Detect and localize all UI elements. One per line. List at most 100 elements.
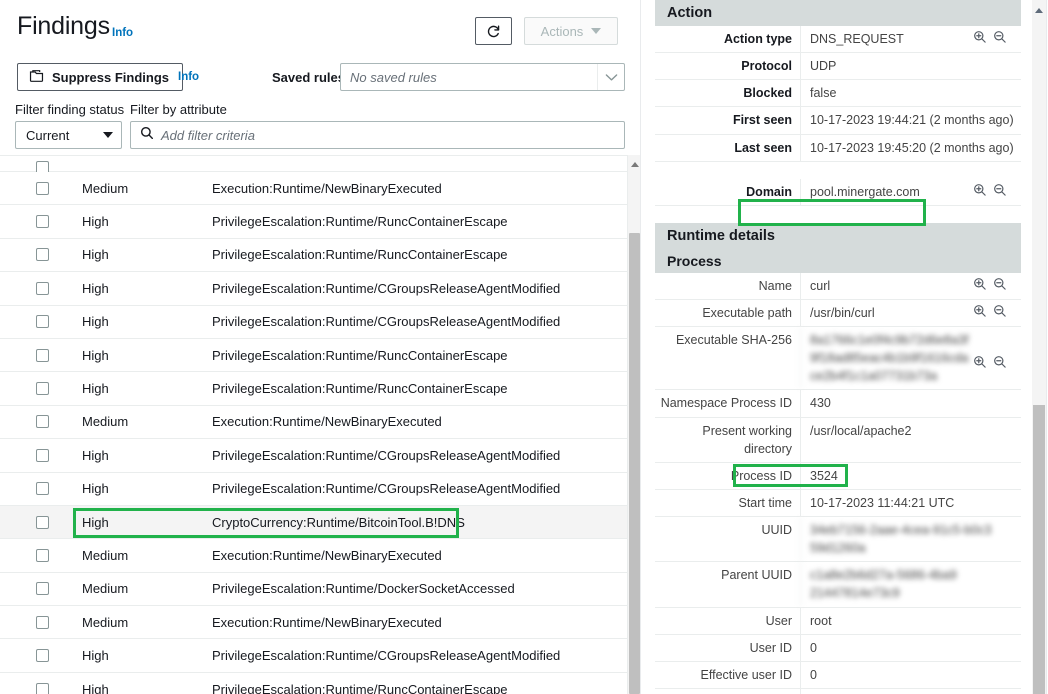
details-panel-scrollbar[interactable]: [1032, 0, 1046, 694]
detail-row: Namecurl: [655, 273, 1021, 300]
row-checkbox[interactable]: [36, 683, 49, 694]
table-row[interactable]: MediumExecution:Runtime/NewBinaryExecute…: [0, 539, 627, 572]
table-row[interactable]: High PrivilegeEscalation:Runtime/RuncCont…: [0, 239, 627, 272]
row-checkbox[interactable]: [36, 549, 49, 562]
table-row[interactable]: MediumExecution:Runtime/NewBinaryExecute…: [0, 406, 627, 439]
suppress-findings-button[interactable]: Suppress Findings: [17, 63, 183, 91]
row-checkbox[interactable]: [36, 349, 49, 362]
finding-type: PrivilegeEscalation:Runtime/CGroupsRelea…: [212, 281, 560, 296]
scrollbar-thumb[interactable]: [1033, 405, 1045, 694]
arrow-up-icon[interactable]: [631, 162, 639, 167]
zoom-out-icon[interactable]: [993, 183, 1007, 197]
findings-list-scrollbar[interactable]: [627, 155, 640, 694]
suppress-findings-info-link[interactable]: Info: [178, 71, 199, 83]
findings-console: Findings Info Actions: [0, 0, 1048, 694]
row-checkbox[interactable]: [36, 482, 49, 495]
filter-status-select[interactable]: Current: [15, 121, 122, 149]
finding-severity: Medium: [82, 615, 128, 630]
zoom-out-icon[interactable]: [993, 277, 1007, 291]
table-row[interactable]: HighPrivilegeEscalation:Runtime/RuncCont…: [0, 205, 627, 238]
finding-severity: High: [82, 281, 109, 296]
detail-row: Blockedfalse: [655, 80, 1021, 107]
table-row[interactable]: HighPrivilegeEscalation:Runtime/RuncCont…: [0, 673, 627, 694]
finding-type: PrivilegeEscalation:Runtime/CGroupsRelea…: [212, 314, 560, 329]
detail-row-value[interactable]: See all lineage (4): [800, 689, 1021, 694]
table-row[interactable]: HighPrivilegeEscalation:Runtime/RuncCont…: [0, 339, 627, 372]
row-checkbox[interactable]: [36, 382, 49, 395]
row-checkbox[interactable]: [36, 282, 49, 295]
row-checkbox[interactable]: [36, 516, 49, 529]
finding-severity: High: [82, 314, 109, 329]
finding-type: CryptoCurrency:Runtime/BitcoinTool.B!DNS: [212, 515, 465, 530]
zoom-in-icon[interactable]: [973, 304, 987, 318]
row-checkbox[interactable]: [36, 582, 49, 595]
arrow-up-icon[interactable]: [1035, 8, 1043, 13]
archive-folder-icon: [29, 69, 44, 86]
table-row[interactable]: MediumExecution:Runtime/NewBinaryExecute…: [0, 172, 627, 205]
row-checkbox[interactable]: [36, 215, 49, 228]
detail-row: Executable path/usr/bin/curl: [655, 300, 1021, 327]
table-row[interactable]: MediumPrivilegeEscalation:Runtime/Docker…: [0, 573, 627, 606]
detail-row: Last seen10-17-2023 19:45:20 (2 months a…: [655, 135, 1021, 162]
filter-search-input[interactable]: Add filter criteria: [130, 121, 625, 149]
row-checkbox[interactable]: [36, 182, 49, 195]
finding-severity: High: [82, 348, 109, 363]
runtime-details-section-header: Runtime details: [655, 223, 1021, 249]
table-row[interactable]: HighPrivilegeEscalation:Runtime/CGroupsR…: [0, 639, 627, 672]
table-row[interactable]: HighCryptoCurrency:Runtime/BitcoinTool.B…: [0, 506, 627, 539]
detail-row-label: Domain: [655, 179, 800, 205]
detail-row-label: Executable path: [655, 300, 800, 326]
zoom-out-icon[interactable]: [993, 355, 1007, 369]
finding-type: Execution:Runtime/NewBinaryExecuted: [212, 181, 442, 196]
row-checkbox[interactable]: [36, 616, 49, 629]
row-checkbox[interactable]: [36, 449, 49, 462]
detail-row: Namespace Process ID430: [655, 390, 1021, 417]
domain-detail-row: Domainpool.minergate.com: [655, 179, 1021, 206]
page-title-info-link[interactable]: Info: [112, 27, 133, 39]
table-row[interactable]: High PrivilegeEscalation:Runtime/CGroupsR…: [0, 272, 627, 305]
zoom-out-icon[interactable]: [993, 304, 1007, 318]
detail-row: Start time10-17-2023 11:44:21 UTC: [655, 490, 1021, 517]
scrollbar-thumb[interactable]: [629, 233, 640, 694]
saved-rules-select[interactable]: No saved rules: [340, 63, 625, 91]
row-checkbox[interactable]: [36, 315, 49, 328]
filter-status-label: Filter finding status: [15, 102, 124, 117]
detail-row-value: 10-17-2023 11:44:21 UTC: [800, 490, 1021, 516]
zoom-in-icon[interactable]: [973, 183, 987, 197]
finding-severity: Medium: [82, 414, 128, 429]
process-detail-rows: NamecurlExecutable path/usr/bin/curlExec…: [655, 273, 1021, 694]
findings-table: Medium Execution:Runtime/NewBinaryExecute…: [0, 155, 641, 694]
table-row[interactable]: High PrivilegeEscalation:Runtime/CGroupsR…: [0, 306, 627, 339]
detail-row: Executable SHA-2568a1766c1e0f4c9b72d6e8a…: [655, 327, 1021, 390]
zoom-out-icon[interactable]: [993, 30, 1007, 44]
actions-button[interactable]: Actions: [524, 17, 618, 45]
detail-row: Action typeDNS_REQUEST: [655, 26, 1021, 53]
zoom-in-icon[interactable]: [973, 355, 987, 369]
detail-row-label: Executable SHA-256: [655, 327, 800, 389]
detail-row-label: Protocol: [655, 53, 800, 79]
saved-rules-label: Saved rules: [272, 70, 345, 85]
zoom-controls: [973, 277, 1007, 291]
table-row[interactable]: HighPrivilegeEscalation:Runtime/RuncCont…: [0, 372, 627, 405]
findings-table-body: Medium Execution:Runtime/NewBinaryExecute…: [0, 172, 627, 694]
finding-type: Execution:Runtime/NewBinaryExecuted: [212, 615, 442, 630]
detail-row-label: Blocked: [655, 80, 800, 106]
finding-severity: High: [82, 247, 109, 262]
refresh-button[interactable]: [475, 17, 512, 45]
zoom-in-icon[interactable]: [973, 277, 987, 291]
finding-type: PrivilegeEscalation:Runtime/CGroupsRelea…: [212, 448, 560, 463]
row-checkbox[interactable]: [36, 248, 49, 261]
row-checkbox[interactable]: [36, 649, 49, 662]
action-section-header: Action: [655, 0, 1021, 26]
table-row[interactable]: HighPrivilegeEscalation:Runtime/CGroupsR…: [0, 439, 627, 472]
finding-details-panel: Action Action typeDNS_REQUESTProtocolUDP…: [655, 0, 1021, 694]
zoom-in-icon[interactable]: [973, 30, 987, 44]
detail-row: Process ID3524: [655, 463, 1021, 490]
finding-type: PrivilegeEscalation:Runtime/RuncContaine…: [212, 247, 508, 262]
table-row[interactable]: Medium Execution:Runtime/NewBinaryExecute…: [0, 606, 627, 639]
detail-row: Parent UUIDc1a8e2b6d27a-5686-4ba9 214478…: [655, 562, 1021, 607]
finding-type: PrivilegeEscalation:Runtime/RuncContaine…: [212, 214, 508, 229]
table-row[interactable]: HighPrivilegeEscalation:Runtime/CGroupsR…: [0, 473, 627, 506]
row-checkbox[interactable]: [36, 415, 49, 428]
refresh-icon: [486, 24, 501, 39]
